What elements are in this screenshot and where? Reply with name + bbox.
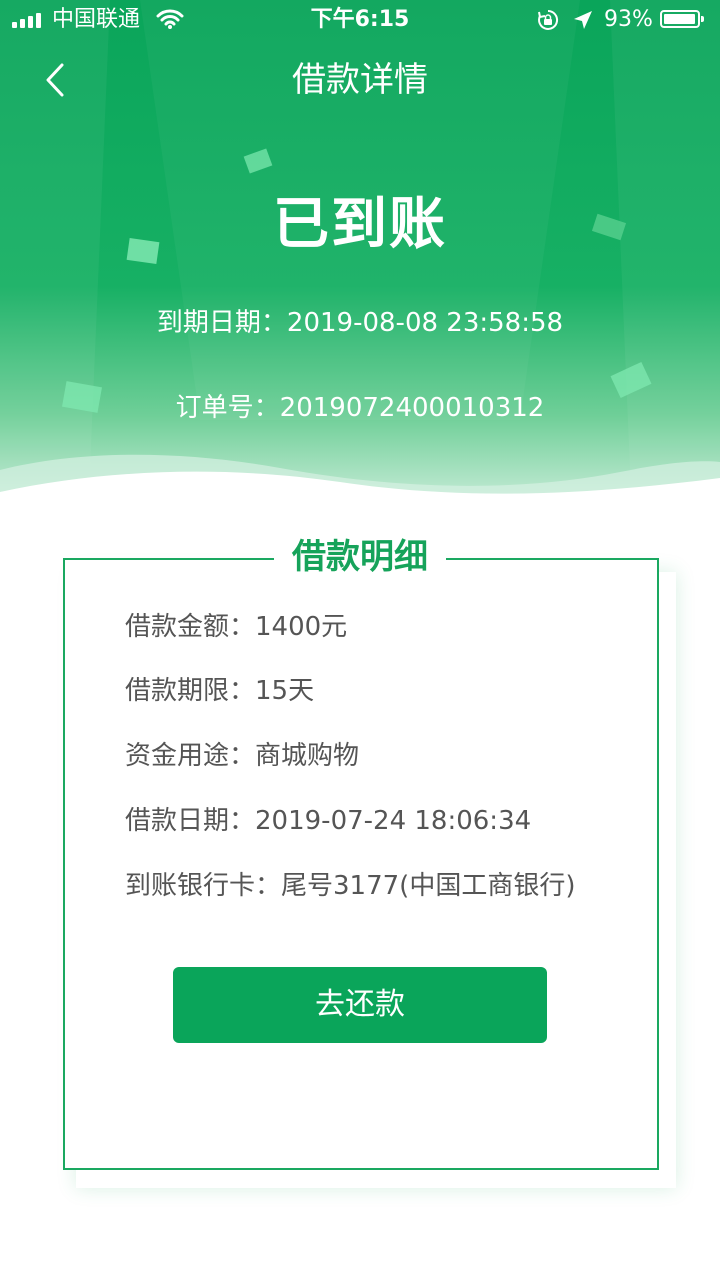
detail-value: 15天 [255,676,315,706]
due-date: 到期日期：2019-08-08 23:58:58 [156,308,564,338]
detail-value: 商城购物 [255,741,360,771]
orientation-lock-icon [538,9,559,30]
loan-details-card [63,558,659,1170]
loan-status: 已到账 [273,192,447,257]
detail-label: 到账银行卡： [125,871,282,901]
repay-button[interactable]: 去还款 [173,967,547,1043]
detail-row-bank-card: 到账银行卡：尾号3177(中国工商银行) [125,869,575,903]
battery-fill [664,14,695,24]
detail-value: 尾号3177(中国工商银行) [281,871,576,901]
detail-row-amount: 借款金额：1400元 [125,610,347,644]
battery-percentage: 93% [604,7,653,32]
detail-row-loan-date: 借款日期：2019-07-24 18:06:34 [125,804,531,838]
card-title: 借款明细 [292,537,428,577]
order-number: 订单号：2019072400010312 [175,393,545,423]
detail-label: 借款金额： [125,612,256,642]
page-title: 借款详情 [292,60,428,100]
detail-value: 1400元 [255,612,348,642]
detail-row-purpose: 资金用途：商城购物 [125,739,359,773]
location-arrow-icon [574,11,592,29]
status-bar: 中国联通 下午6:15 93% [0,0,720,40]
detail-value: 2019-07-24 18:06:34 [255,806,532,836]
detail-label: 借款期限： [125,676,256,706]
detail-label: 资金用途： [125,741,256,771]
wave-decoration [0,454,720,520]
detail-row-term: 借款期限：15天 [125,674,314,708]
battery-icon [660,10,704,28]
detail-label: 借款日期： [125,806,256,836]
